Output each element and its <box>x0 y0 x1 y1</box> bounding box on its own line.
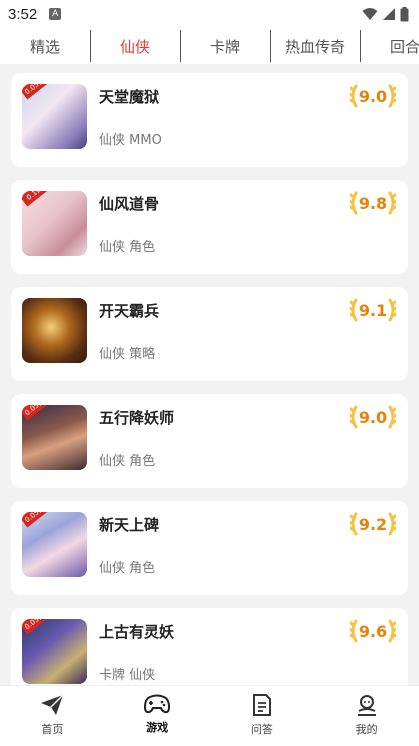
game-tags: 仙侠 角色 <box>99 561 156 576</box>
game-name: 天堂魔狱 <box>99 88 160 106</box>
score-badge: 9.2 <box>350 512 396 536</box>
signal-icon <box>383 8 395 20</box>
nav-label: 问答 <box>250 723 273 736</box>
score-value: 9.6 <box>358 621 388 641</box>
tab-label: 仙侠 <box>119 37 150 56</box>
status-bar: 3:52 A <box>0 0 419 28</box>
nav-mine[interactable]: 我的 <box>314 686 419 746</box>
score-badge: 9.0 <box>350 405 396 429</box>
notification-icon: A <box>49 8 62 20</box>
game-thumbnail <box>22 298 87 363</box>
nav-label: 首页 <box>41 723 64 736</box>
game-card[interactable]: 0.05折 上古有灵妖 卡牌 仙侠 9.6 <box>11 608 408 685</box>
score-badge: 9.0 <box>350 84 396 108</box>
score-badge: 9.8 <box>350 191 396 215</box>
game-thumbnail: 0.05折 <box>22 512 87 577</box>
game-thumbnail: 0.05折 <box>22 84 87 149</box>
score-badge: 9.1 <box>350 298 396 322</box>
game-name: 上古有灵妖 <box>99 623 175 641</box>
game-card[interactable]: 0.05折 新天上碑 仙侠 角色 9.2 <box>11 501 408 595</box>
game-thumbnail: 0.05折 <box>22 405 87 470</box>
tab-label: 回合 <box>389 37 419 56</box>
battery-icon <box>400 6 409 21</box>
gamepad-icon <box>144 694 171 714</box>
wifi-icon <box>362 8 378 20</box>
nav-label: 游戏 <box>146 721 169 734</box>
score-value: 9.0 <box>358 407 388 427</box>
profile-icon <box>357 695 376 716</box>
tab-featured[interactable]: 精选 <box>0 28 90 64</box>
paper-plane-icon <box>41 694 64 715</box>
category-tabs: 精选 仙侠 卡牌 热血传奇 回合 <box>0 28 419 64</box>
status-time: 3:52 <box>8 5 38 23</box>
game-thumbnail: 0.1折 <box>22 191 87 256</box>
nav-label: 我的 <box>355 723 378 736</box>
score-value: 9.0 <box>358 86 388 106</box>
tab-label: 卡牌 <box>209 37 240 56</box>
status-icons <box>362 6 409 22</box>
tab-turn-based[interactable]: 回合 <box>360 28 419 64</box>
tab-label: 热血传奇 <box>284 37 345 56</box>
game-list: 0.05折 天堂魔狱 仙侠 MMO 9.0 0.1折 仙风道骨 仙侠 角色 9.… <box>0 64 419 685</box>
tab-xianxia[interactable]: 仙侠 <box>90 28 180 64</box>
nav-qa[interactable]: 问答 <box>210 686 315 746</box>
tab-cards[interactable]: 卡牌 <box>180 28 270 64</box>
game-tags: 仙侠 角色 <box>99 454 156 469</box>
document-icon <box>252 694 271 716</box>
game-thumbnail: 0.05折 <box>22 619 87 684</box>
game-name: 五行降妖师 <box>99 409 175 427</box>
score-value: 9.1 <box>358 300 388 320</box>
game-card[interactable]: 开天霸兵 仙侠 策略 9.1 <box>11 287 408 381</box>
game-name: 仙风道骨 <box>99 195 160 213</box>
score-value: 9.2 <box>358 514 388 534</box>
score-value: 9.8 <box>358 193 388 213</box>
tab-label: 精选 <box>29 37 60 56</box>
game-card[interactable]: 0.1折 仙风道骨 仙侠 角色 9.8 <box>11 180 408 274</box>
score-badge: 9.6 <box>350 619 396 643</box>
game-name: 新天上碑 <box>99 516 160 534</box>
game-card[interactable]: 0.05折 五行降妖师 仙侠 角色 9.0 <box>11 394 408 488</box>
nav-games[interactable]: 游戏 <box>105 686 210 746</box>
game-tags: 卡牌 仙侠 <box>99 668 156 683</box>
game-card[interactable]: 0.05折 天堂魔狱 仙侠 MMO 9.0 <box>11 73 408 167</box>
game-tags: 仙侠 策略 <box>99 347 156 362</box>
nav-home[interactable]: 首页 <box>0 686 105 746</box>
game-tags: 仙侠 MMO <box>99 133 162 148</box>
game-tags: 仙侠 角色 <box>99 240 156 255</box>
game-name: 开天霸兵 <box>99 302 160 320</box>
tab-legend[interactable]: 热血传奇 <box>270 28 360 64</box>
bottom-nav: 首页 游戏 问答 我的 <box>0 685 419 746</box>
